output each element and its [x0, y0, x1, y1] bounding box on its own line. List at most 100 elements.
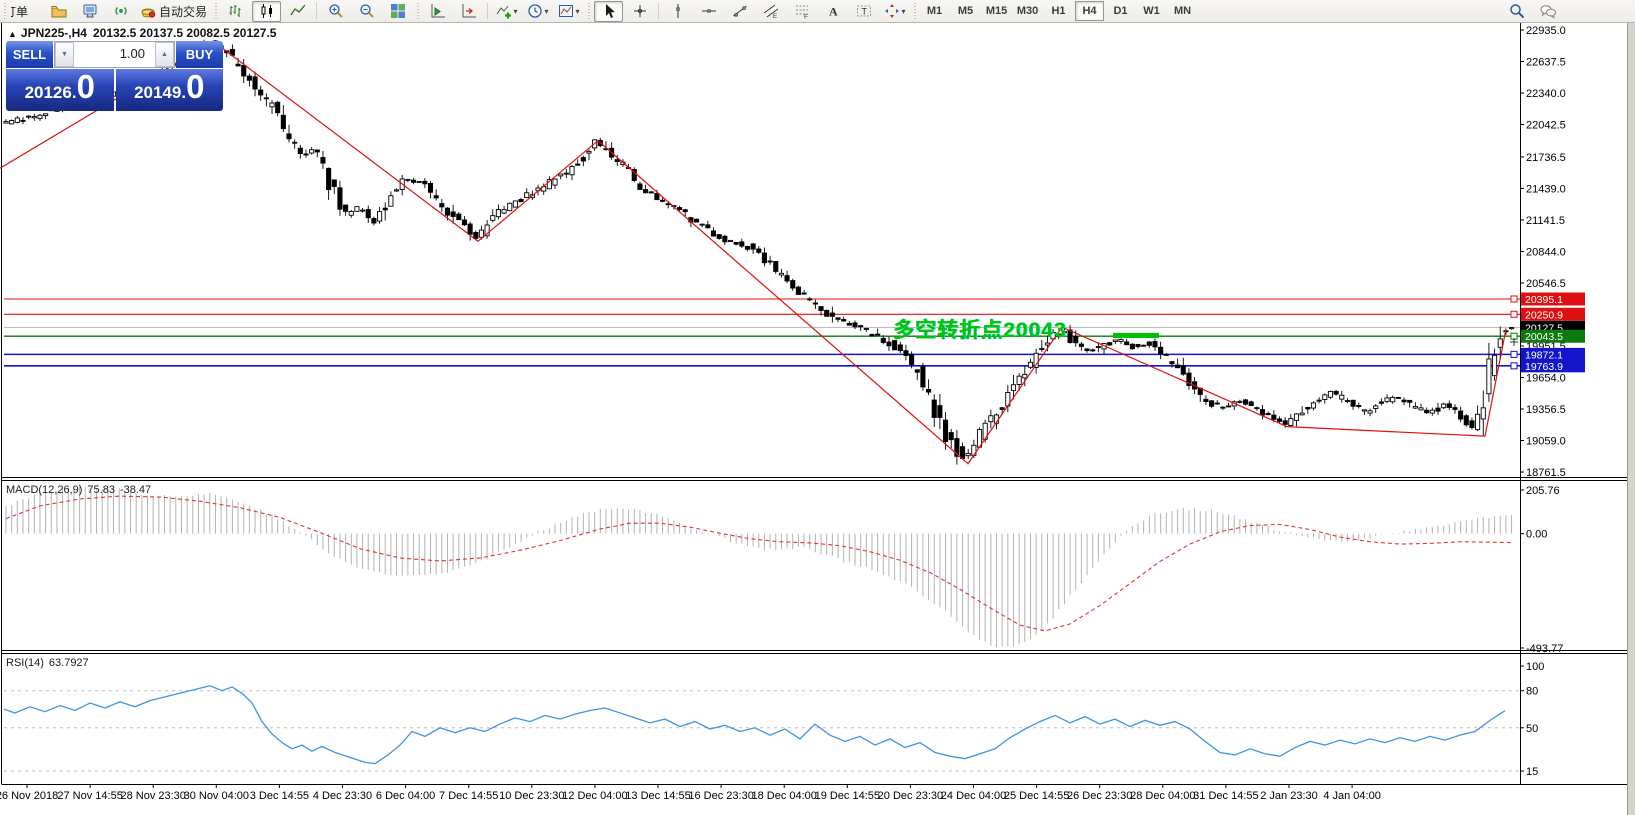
indicators-button[interactable]: ▾ [492, 1, 521, 22]
signals-button[interactable] [106, 1, 135, 22]
timeframe-d1[interactable]: D1 [1106, 1, 1135, 21]
timeframe-mn[interactable]: MN [1168, 1, 1197, 21]
timeframe-m30[interactable]: M30 [1013, 1, 1042, 21]
svg-text:25 Dec 14:55: 25 Dec 14:55 [1004, 790, 1069, 802]
svg-text:18761.5: 18761.5 [1526, 467, 1566, 479]
timeframe-h1[interactable]: H1 [1044, 1, 1073, 21]
svg-text:20 Dec 23:30: 20 Dec 23:30 [878, 790, 943, 802]
chart-canvas[interactable]: 22935.022637.522340.022042.521736.521439… [0, 0, 1635, 815]
search-button[interactable] [1502, 1, 1531, 22]
volume-up-button[interactable]: ▲ [155, 42, 174, 67]
buy-price-main: 20149 [134, 73, 181, 113]
text-button[interactable]: A [818, 1, 847, 22]
label-button[interactable]: T [849, 1, 878, 22]
horizontal-line-button[interactable] [694, 1, 723, 22]
chevron-down-icon[interactable]: ▾ [514, 7, 518, 16]
macd-name: MACD(12,26,9) [6, 484, 82, 496]
chevron-down-icon[interactable]: ▾ [576, 7, 580, 16]
fibonacci-button[interactable]: F [787, 1, 816, 22]
volume-stepper: ▼ 1.00 ▲ [54, 41, 175, 68]
chart-annotation[interactable]: 多空转折点20043 [893, 314, 1066, 344]
chart-title: ▲JPN225-,H420132.5 20137.5 20082.5 20127… [8, 26, 282, 40]
chevron-down-icon[interactable]: ▾ [545, 7, 549, 16]
svg-text:20250.9: 20250.9 [1525, 309, 1563, 321]
timeframe-m15[interactable]: M15 [982, 1, 1011, 21]
tile-windows-button[interactable] [383, 1, 412, 22]
timeframe-w1[interactable]: W1 [1137, 1, 1166, 21]
fibo-icon: F [794, 3, 810, 19]
auto-scroll-button[interactable] [423, 1, 452, 22]
trendline-button[interactable] [725, 1, 754, 22]
new-order-button-label: 订单 [10, 3, 28, 20]
addind-icon [496, 3, 512, 19]
svg-text:10 Dec 23:30: 10 Dec 23:30 [499, 790, 564, 802]
signal-icon [113, 3, 129, 19]
sell-price[interactable]: 20126.0 [6, 69, 114, 111]
buy-button[interactable]: BUY [176, 41, 223, 68]
candle-chart-button[interactable] [252, 1, 281, 22]
toolbar-grip [213, 3, 218, 19]
channel-button[interactable]: E [756, 1, 785, 22]
crosshair-icon [632, 3, 648, 19]
bar-chart-button[interactable] [221, 1, 250, 22]
zoom-in-button[interactable] [321, 1, 350, 22]
toolbar-grip [586, 3, 591, 19]
sell-button[interactable]: SELL [6, 41, 53, 68]
chevron-down-icon[interactable]: ▾ [902, 7, 906, 16]
chart-shift-button[interactable] [454, 1, 483, 22]
channel-icon: E [763, 3, 779, 19]
vline-icon [670, 3, 686, 19]
macd-signal-value: -38.47 [120, 484, 151, 496]
svg-text:21141.5: 21141.5 [1526, 215, 1565, 227]
svg-text:T: T [861, 7, 867, 17]
arrows-button[interactable]: ▾ [880, 1, 909, 22]
svg-text:7 Dec 14:55: 7 Dec 14:55 [439, 790, 498, 802]
svg-text:-493.77: -493.77 [1526, 643, 1563, 655]
svg-text:22340.0: 22340.0 [1526, 88, 1566, 100]
volume-input[interactable]: 1.00 [74, 42, 155, 67]
hline-icon [701, 3, 717, 19]
cursor-button[interactable] [594, 1, 623, 22]
collapse-triangle-icon[interactable]: ▲ [8, 29, 17, 39]
chat-button[interactable] [1533, 1, 1562, 22]
vertical-line-button[interactable] [663, 1, 692, 22]
autotrade-button[interactable]: 自动交易 [137, 1, 210, 22]
history-center-button[interactable] [44, 1, 73, 22]
svg-text:22935.0: 22935.0 [1526, 25, 1566, 37]
linechart-icon [290, 3, 306, 19]
crosshair-button[interactable] [625, 1, 654, 22]
timeframe-m1[interactable]: M1 [920, 1, 949, 21]
market-watch-button[interactable] [75, 1, 104, 22]
ohlc-values: 20132.5 20137.5 20082.5 20127.5 [93, 26, 277, 40]
template-icon [558, 3, 574, 19]
periods-button[interactable]: ▾ [523, 1, 552, 22]
chartshift-icon [461, 3, 477, 19]
terminal-icon [82, 3, 98, 19]
svg-text:18 Dec 04:00: 18 Dec 04:00 [751, 790, 816, 802]
svg-text:20844.0: 20844.0 [1526, 246, 1566, 258]
folder-icon [51, 3, 67, 19]
svg-text:16 Dec 23:30: 16 Dec 23:30 [688, 790, 753, 802]
svg-text:A: A [829, 5, 838, 19]
new-order-button[interactable]: 订单 [10, 1, 42, 22]
templates-button[interactable]: ▾ [554, 1, 583, 22]
zoom-out-button[interactable] [352, 1, 381, 22]
macd-pane[interactable] [4, 480, 1520, 650]
svg-text:20546.5: 20546.5 [1526, 278, 1566, 290]
rsi-pane[interactable] [4, 653, 1520, 784]
volume-down-button[interactable]: ▼ [55, 42, 74, 67]
buy-price[interactable]: 20149.0 [116, 69, 224, 111]
line-chart-button[interactable] [283, 1, 312, 22]
tile-icon [390, 3, 406, 19]
timeframe-m5[interactable]: M5 [951, 1, 980, 21]
svg-text:19654.0: 19654.0 [1526, 372, 1566, 384]
rsi-indicator-label: RSI(14)63.7927 [6, 657, 94, 669]
svg-text:205.76: 205.76 [1526, 485, 1560, 497]
svg-text:24 Dec 04:00: 24 Dec 04:00 [941, 790, 1006, 802]
chart-plot-area[interactable] [4, 22, 1520, 477]
autoscroll-icon [430, 3, 446, 19]
textA-icon: A [825, 3, 841, 19]
timeframe-h4[interactable]: H4 [1075, 1, 1104, 21]
svg-text:27 Nov 14:55: 27 Nov 14:55 [57, 790, 122, 802]
svg-text:22637.5: 22637.5 [1526, 57, 1566, 69]
